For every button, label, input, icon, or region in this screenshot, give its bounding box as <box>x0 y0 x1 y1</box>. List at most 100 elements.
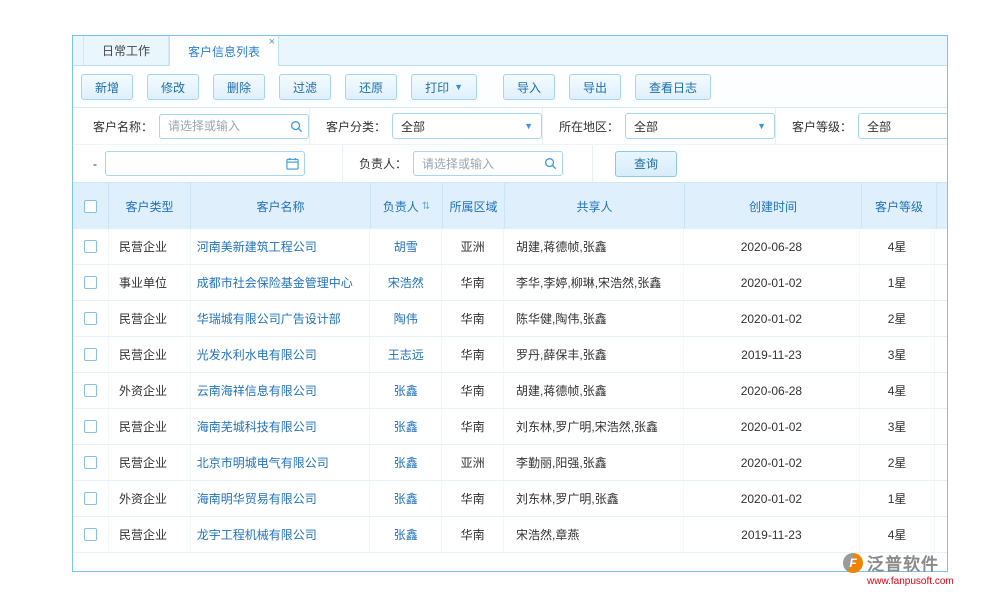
owner-input[interactable] <box>413 151 563 176</box>
owner-link[interactable]: 宋浩然 <box>388 274 424 291</box>
export-button[interactable]: 导出 <box>569 74 621 100</box>
customer-name-link[interactable]: 华瑞城有限公司广告设计部 <box>197 310 341 327</box>
caret-down-icon: ▼ <box>454 82 463 92</box>
created-time: 2020-01-02 <box>684 445 861 480</box>
level-select[interactable]: 全部 ▼ <box>858 113 947 139</box>
row-checkbox[interactable] <box>84 456 97 469</box>
region: 华南 <box>442 373 504 408</box>
header-owner: 负责人⇅ <box>371 183 443 229</box>
date-separator: - <box>93 157 97 171</box>
customer-type: 民营企业 <box>109 409 191 444</box>
customer-name-input[interactable] <box>159 114 309 139</box>
add-button[interactable]: 新增 <box>81 74 133 100</box>
customer-level: 2星 <box>860 301 935 336</box>
filter-row-2: - 负责人： 查询 <box>73 145 947 182</box>
region: 亚洲 <box>442 445 504 480</box>
created-time: 2020-06-28 <box>684 229 861 264</box>
customer-type: 民营企业 <box>109 445 191 480</box>
row-checkbox[interactable] <box>84 528 97 541</box>
customer-name-link[interactable]: 龙宇工程机械有限公司 <box>197 526 317 543</box>
row-checkbox[interactable] <box>84 312 97 325</box>
region: 华南 <box>442 409 504 444</box>
edit-button[interactable]: 修改 <box>147 74 199 100</box>
restore-button[interactable]: 还原 <box>345 74 397 100</box>
header-level: 客户等级 <box>862 183 937 229</box>
table-row[interactable]: 民营企业 北京市明城电气有限公司 张鑫 亚洲 李勤丽,阳强,张鑫 2020-01… <box>73 445 947 481</box>
customer-name-link[interactable]: 河南美新建筑工程公司 <box>197 238 317 255</box>
filter-button[interactable]: 过滤 <box>279 74 331 100</box>
search-icon[interactable] <box>289 119 303 133</box>
import-button[interactable]: 导入 <box>503 74 555 100</box>
owner-link[interactable]: 胡雪 <box>394 238 418 255</box>
calendar-icon[interactable] <box>285 157 299 171</box>
region: 华南 <box>442 481 504 516</box>
customer-name-label: 客户名称： <box>93 118 153 135</box>
region: 华南 <box>442 301 504 336</box>
created-time: 2020-06-28 <box>684 373 861 408</box>
select-all-checkbox[interactable] <box>84 200 97 213</box>
region-select[interactable]: 全部 ▼ <box>625 113 775 139</box>
search-icon[interactable] <box>543 157 557 171</box>
region: 华南 <box>442 265 504 300</box>
query-button[interactable]: 查询 <box>615 151 677 177</box>
customer-type: 外资企业 <box>109 373 191 408</box>
row-checkbox[interactable] <box>84 348 97 361</box>
tab-daily-work[interactable]: 日常工作 <box>83 36 169 65</box>
table-row[interactable]: 民营企业 海南芜城科技有限公司 张鑫 华南 刘东林,罗广明,宋浩然,张鑫 202… <box>73 409 947 445</box>
row-checkbox[interactable] <box>84 276 97 289</box>
category-select-value: 全部 <box>401 118 425 135</box>
delete-button[interactable]: 删除 <box>213 74 265 100</box>
owner-link[interactable]: 张鑫 <box>394 418 418 435</box>
tab-close-icon[interactable]: × <box>269 37 275 48</box>
customer-table: 客户类型 客户名称 负责人⇅ 所属区域 共享人 创建时间 客户等级 民营企业 河… <box>73 182 947 553</box>
filter-owner: 负责人： <box>343 145 593 182</box>
caret-down-icon: ▼ <box>524 121 533 131</box>
row-checkbox[interactable] <box>84 240 97 253</box>
customer-type: 事业单位 <box>109 265 191 300</box>
footer-brand: F 泛普软件 www.fanpusoft.com <box>843 550 973 587</box>
customer-name-link[interactable]: 云南海祥信息有限公司 <box>197 382 317 399</box>
created-time: 2020-01-02 <box>684 481 861 516</box>
sort-icon[interactable]: ⇅ <box>422 201 430 212</box>
filter-customer-level: 客户等级： 全部 ▼ <box>776 108 947 144</box>
customer-name-link[interactable]: 海南明华贸易有限公司 <box>197 490 317 507</box>
customer-type: 民营企业 <box>109 517 191 552</box>
table-row[interactable]: 外资企业 云南海祥信息有限公司 张鑫 华南 胡建,蒋德帧,张鑫 2020-06-… <box>73 373 947 409</box>
table-row[interactable]: 民营企业 光发水利水电有限公司 王志远 华南 罗丹,薛保丰,张鑫 2019-11… <box>73 337 947 373</box>
shared-people: 宋浩然,章燕 <box>504 517 684 552</box>
customer-name-link[interactable]: 海南芜城科技有限公司 <box>197 418 317 435</box>
owner-link[interactable]: 张鑫 <box>394 490 418 507</box>
owner-link[interactable]: 张鑫 <box>394 454 418 471</box>
customer-type: 民营企业 <box>109 301 191 336</box>
owner-link[interactable]: 王志远 <box>388 346 424 363</box>
table-row[interactable]: 民营企业 河南美新建筑工程公司 胡雪 亚洲 胡建,蒋德帧,张鑫 2020-06-… <box>73 229 947 265</box>
customer-level: 1星 <box>860 481 935 516</box>
owner-link[interactable]: 陶伟 <box>394 310 418 327</box>
table-row[interactable]: 民营企业 龙宇工程机械有限公司 张鑫 华南 宋浩然,章燕 2019-11-23 … <box>73 517 947 553</box>
date-input[interactable] <box>105 151 305 176</box>
customer-name-link[interactable]: 成都市社会保险基金管理中心 <box>197 274 353 291</box>
table-row[interactable]: 外资企业 海南明华贸易有限公司 张鑫 华南 刘东林,罗广明,张鑫 2020-01… <box>73 481 947 517</box>
row-checkbox[interactable] <box>84 420 97 433</box>
customer-list-panel: 日常工作 客户信息列表 × 新增 修改 删除 过滤 还原 打印▼ 导入 导出 查… <box>72 35 948 572</box>
category-select[interactable]: 全部 ▼ <box>392 113 542 139</box>
customer-level: 4星 <box>860 229 935 264</box>
print-button[interactable]: 打印▼ <box>411 74 477 100</box>
filter-row-1: 客户名称： 客户分类： 全部 ▼ 所在地区： 全部 ▼ 客户等级： <box>73 108 947 145</box>
header-customer-name: 客户名称 <box>191 183 371 229</box>
owner-label: 负责人： <box>359 155 407 172</box>
shared-people: 罗丹,薛保丰,张鑫 <box>504 337 684 372</box>
table-row[interactable]: 民营企业 华瑞城有限公司广告设计部 陶伟 华南 陈华健,陶伟,张鑫 2020-0… <box>73 301 947 337</box>
row-checkbox[interactable] <box>84 492 97 505</box>
owner-link[interactable]: 张鑫 <box>394 382 418 399</box>
level-select-value: 全部 <box>867 118 891 135</box>
region: 华南 <box>442 337 504 372</box>
view-log-button[interactable]: 查看日志 <box>635 74 711 100</box>
table-row[interactable]: 事业单位 成都市社会保险基金管理中心 宋浩然 华南 李华,李婷,柳琳,宋浩然,张… <box>73 265 947 301</box>
header-created: 创建时间 <box>685 183 862 229</box>
owner-link[interactable]: 张鑫 <box>394 526 418 543</box>
customer-name-link[interactable]: 光发水利水电有限公司 <box>197 346 317 363</box>
customer-name-link[interactable]: 北京市明城电气有限公司 <box>197 454 329 471</box>
tab-customer-list[interactable]: 客户信息列表 × <box>169 36 279 66</box>
row-checkbox[interactable] <box>84 384 97 397</box>
